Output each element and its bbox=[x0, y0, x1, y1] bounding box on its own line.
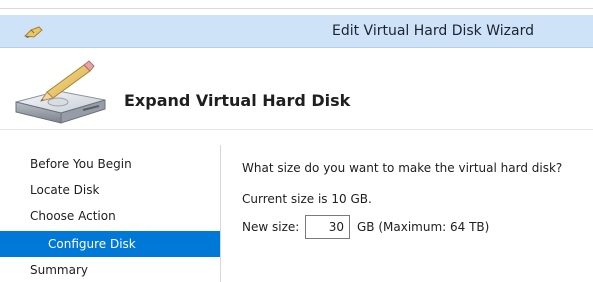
sidebar-item-label: Configure Disk bbox=[48, 237, 136, 251]
sidebar-item-label: Before You Begin bbox=[30, 157, 132, 171]
new-size-label: New size: bbox=[242, 220, 300, 234]
pencil-icon bbox=[23, 24, 45, 38]
wizard-header: Expand Virtual Hard Disk bbox=[0, 48, 593, 130]
size-question: What size do you want to make the virtua… bbox=[242, 161, 563, 175]
sidebar-item-choose-action[interactable]: Choose Action bbox=[0, 203, 220, 229]
wizard-steps-sidebar: Before You Begin Locate Disk Choose Acti… bbox=[0, 145, 220, 282]
top-strip-line bbox=[0, 8, 593, 9]
sidebar-item-before-you-begin[interactable]: Before You Begin bbox=[0, 151, 220, 177]
sidebar-item-summary[interactable]: Summary bbox=[0, 257, 220, 282]
sidebar-item-label: Summary bbox=[30, 263, 88, 277]
sidebar-item-configure-disk[interactable]: Configure Disk bbox=[0, 231, 220, 257]
title-bar[interactable]: Edit Virtual Hard Disk Wizard bbox=[0, 15, 593, 48]
sidebar-item-locate-disk[interactable]: Locate Disk bbox=[0, 177, 220, 203]
top-strip bbox=[0, 0, 593, 15]
page-title: Expand Virtual Hard Disk bbox=[124, 91, 351, 110]
sidebar-item-label: Locate Disk bbox=[30, 183, 100, 197]
wizard-window: Edit Virtual Hard Disk Wizard Expand Vir… bbox=[0, 0, 593, 282]
configure-disk-panel: What size do you want to make the virtua… bbox=[221, 145, 593, 282]
size-unit-hint: GB (Maximum: 64 TB) bbox=[357, 220, 490, 234]
disk-pencil-icon bbox=[13, 58, 108, 126]
current-size-text: Current size is 10 GB. bbox=[242, 192, 372, 206]
sidebar-item-label: Choose Action bbox=[30, 209, 116, 223]
window-title: Edit Virtual Hard Disk Wizard bbox=[332, 23, 534, 39]
new-size-input[interactable] bbox=[305, 215, 350, 239]
